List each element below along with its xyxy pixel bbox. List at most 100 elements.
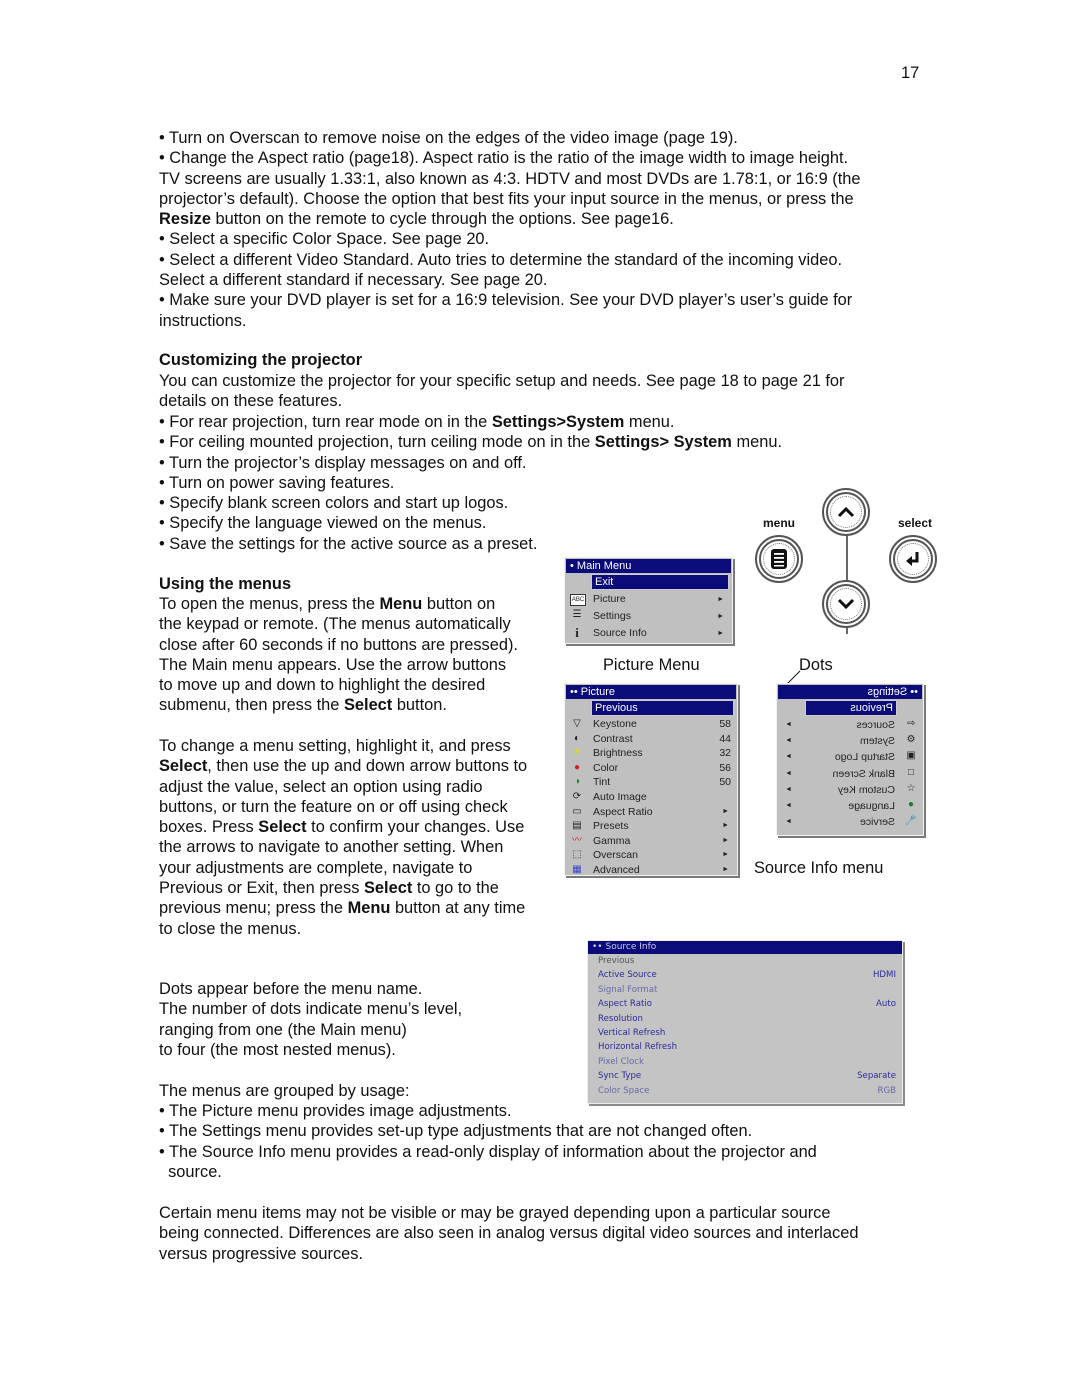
- aspect-ratio-icon: ▭: [572, 805, 582, 817]
- menu-button-label: menu: [763, 516, 796, 530]
- paragraph-line: your adjustments are complete, navigate …: [159, 858, 527, 878]
- customizing-bullets: • For rear projection, turn rear mode on…: [159, 412, 782, 554]
- source-info-label: Vertical Refresh: [598, 1027, 666, 1038]
- submenu-arrow-icon: ►: [722, 836, 729, 844]
- source-info-value: RGB: [877, 1085, 896, 1096]
- menu-item-contrast[interactable]: ◐ Contrast 44: [565, 732, 737, 747]
- customizing-intro-line-1: You can customize the projector for your…: [159, 372, 845, 390]
- source-info-menu-title: •• Source Info: [588, 941, 902, 954]
- menu-item-value: 44: [719, 732, 731, 745]
- text-run: • Turn on Overscan to remove noise on th…: [159, 129, 738, 147]
- text-run: • Specify blank screen colors and start …: [159, 494, 509, 513]
- main-menu-exit-item[interactable]: Exit: [591, 574, 729, 590]
- bullet-line: • The Settings menu provides set-up type…: [159, 1122, 753, 1141]
- menu-item-source-info[interactable]: i Source Info ►: [565, 625, 732, 642]
- bullet-line: • Turn the projector’s display messages …: [159, 453, 782, 473]
- bullet-line: • Specify blank screen colors and start …: [159, 493, 782, 513]
- menu-item-aspect-ratio[interactable]: ▭ Aspect Ratio ►: [565, 805, 737, 820]
- source-info-label: Aspect Ratio: [598, 999, 652, 1010]
- text-run: button at any time: [390, 899, 526, 918]
- menu-item-tint[interactable]: ◑ Tint 50: [565, 775, 737, 790]
- paragraph-line: Previous or Exit, then press Select to g…: [159, 878, 527, 898]
- menu-item-label: Custom Key: [837, 783, 895, 796]
- bullet-line: TV screens are usually 1.33:1, also know…: [159, 169, 861, 189]
- select-button[interactable]: [889, 535, 937, 583]
- grouped-bullets: • The Picture menu provides image adjust…: [159, 1101, 817, 1182]
- source-info-value: HDMI: [872, 970, 896, 981]
- menu-item-settings[interactable]: ☰ Settings ►: [565, 608, 732, 625]
- keystone-icon: ▽: [573, 718, 581, 729]
- picture-menu-previous-item[interactable]: Previous: [591, 700, 734, 716]
- paragraph-line: buttons, or turn the feature on or off u…: [159, 797, 527, 817]
- menu-button[interactable]: [755, 535, 803, 583]
- paragraph-line: previous menu; press the Menu button at …: [159, 898, 527, 918]
- settings-menu-title: •• Settings: [778, 685, 922, 699]
- menu-item-label: Sources: [856, 719, 895, 731]
- bullet-line: Select a different standard if necessary…: [159, 270, 861, 290]
- settings-menu-previous-item[interactable]: Previous: [805, 700, 897, 716]
- menu-item-startup-logo[interactable]: ▣ Startup Logo ►: [777, 749, 923, 765]
- using-menus-heading: Using the menus: [159, 575, 292, 593]
- menu-item-gamma[interactable]: 〰 Gamma ►: [565, 834, 737, 849]
- menu-item-value: 58: [719, 718, 731, 730]
- paragraph-line: The Main menu appears. Use the arrow but…: [159, 655, 518, 675]
- down-arrow-button[interactable]: [822, 580, 870, 628]
- auto-image-icon: ⟳: [572, 790, 582, 802]
- text-run: menu.: [731, 433, 782, 452]
- source-info-menu-screenshot: •• Source Info Previous Active Source HDMI…: [587, 940, 903, 1104]
- text-run: the arrows to navigate to another settin…: [159, 838, 504, 857]
- paragraph-line: the arrows to navigate to another settin…: [159, 837, 527, 857]
- text-run: to move up and down to highlight the des…: [159, 676, 486, 695]
- menu-item-language[interactable]: ● Language ►: [777, 798, 923, 814]
- menu-item-custom-key[interactable]: ☆ Custom Key ►: [777, 782, 923, 798]
- menu-item-presets[interactable]: ▤ Presets ►: [565, 819, 737, 834]
- menu-item-label: Service: [859, 816, 895, 829]
- chevron-up-icon: [837, 506, 855, 518]
- menu-item-sources[interactable]: ⇦ Sources ►: [777, 717, 923, 733]
- source-info-label: Previous: [598, 956, 635, 966]
- customizing-heading: Customizing the projector: [159, 351, 363, 369]
- menu-item-brightness[interactable]: ☀ Brightness 32: [565, 746, 737, 761]
- text-run: • Turn the projector’s display messages …: [159, 453, 527, 472]
- tint-icon: ◑: [573, 776, 581, 788]
- menu-item-label: Settings: [593, 610, 631, 622]
- sources-icon: ⇦: [906, 718, 916, 729]
- bullet-line: • For rear projection, turn rear mode on…: [159, 412, 782, 432]
- bold-term: Resize: [159, 210, 211, 229]
- bullet-line: • Specify the language viewed on the men…: [159, 513, 782, 533]
- paragraph-line: to close the menus.: [159, 919, 527, 939]
- keypad-diagram: menu select: [745, 480, 945, 640]
- paragraph-line: boxes. Press Select to confirm your chan…: [159, 817, 527, 837]
- source-info-row-vertical-refresh: Vertical Refresh: [588, 1026, 902, 1040]
- menu-item-system[interactable]: ⚙ System ►: [777, 733, 923, 749]
- text-run: instructions.: [159, 311, 247, 330]
- menu-item-service[interactable]: 🔧 Service ►: [777, 814, 923, 830]
- source-info-row-previous: Previous: [588, 954, 902, 968]
- bold-term: Menu: [347, 899, 391, 918]
- bold-term: Select: [258, 818, 307, 837]
- advanced-icon: ▦: [572, 863, 582, 875]
- submenu-arrow-icon: ►: [785, 769, 792, 777]
- brightness-icon: ☀: [572, 747, 582, 759]
- paragraph-line: To open the menus, press the Menu button…: [159, 594, 518, 614]
- source-info-label: Horizontal Refresh: [598, 1042, 678, 1053]
- text-run: Previous or Exit, then press: [159, 879, 364, 898]
- menu-item-auto-image[interactable]: ⟳ Auto Image: [565, 790, 737, 805]
- bullet-line: instructions.: [159, 311, 861, 331]
- menu-item-keystone[interactable]: ▽ Keystone 58: [565, 717, 737, 732]
- menu-item-overscan[interactable]: ⬚ Overscan ►: [565, 848, 737, 863]
- text-run: to go to the: [412, 879, 499, 898]
- up-arrow-button[interactable]: [822, 488, 870, 536]
- menu-item-advanced[interactable]: ▦ Advanced ►: [565, 863, 737, 878]
- using-menus-paragraph-1: To open the menus, press the Menu button…: [159, 594, 518, 716]
- menu-item-picture[interactable]: ABC Picture ►: [565, 591, 732, 608]
- menu-item-blank-screen[interactable]: □ Blank Screen ►: [777, 766, 923, 782]
- menu-item-value: 50: [719, 776, 731, 789]
- paragraph-line: ranging from one (the Main menu): [159, 1020, 407, 1039]
- picture-menu-caption: Picture Menu: [603, 656, 700, 674]
- bullet-line: • For ceiling mounted projection, turn c…: [159, 432, 782, 452]
- submenu-arrow-icon: ►: [717, 630, 724, 637]
- submenu-arrow-icon: ►: [785, 721, 792, 728]
- info-icon: i: [575, 625, 579, 640]
- menu-item-color[interactable]: ● Color 56: [565, 761, 737, 776]
